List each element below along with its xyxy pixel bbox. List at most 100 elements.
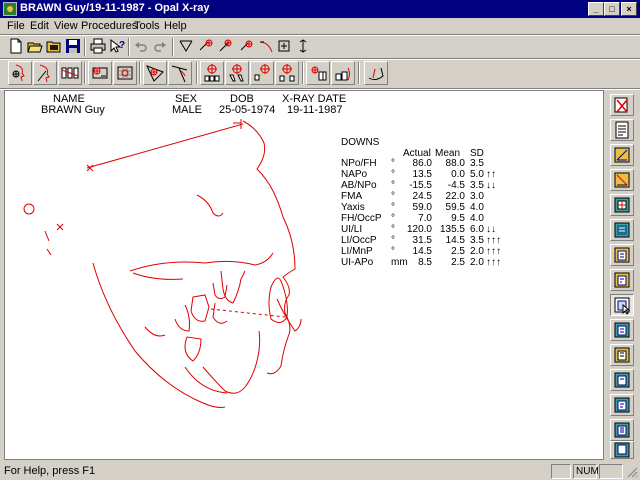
face-landmark-icon[interactable] (33, 61, 57, 85)
menu-edit[interactable]: Edit (30, 20, 49, 32)
menu-help[interactable]: Help (164, 20, 187, 32)
teeth-icon[interactable] (58, 61, 82, 85)
row-sd: 3.5 (470, 235, 484, 246)
toolbar-divider (172, 38, 174, 56)
row-flag: ↑↑↑ (486, 235, 501, 246)
table-row: UI/LI ° 120.0 135.5 6.0 ↓↓ (5, 224, 605, 235)
tool-grid-icon[interactable] (610, 194, 634, 216)
trace-tool-icon[interactable] (178, 38, 194, 54)
tool-report-4-icon[interactable] (610, 319, 634, 341)
open-file-icon[interactable] (27, 38, 43, 54)
tooth-crosshair-3-icon[interactable] (250, 61, 274, 85)
status-pane-caps (551, 464, 571, 479)
menu-tools[interactable]: Tools (134, 20, 160, 32)
table-row: FMA ° 24.5 22.0 3.0 (5, 191, 605, 202)
app-icon[interactable] (3, 2, 17, 16)
toolbar-divider (302, 62, 304, 84)
tool-angle-2-icon[interactable] (610, 169, 634, 191)
row-name: Yaxis (341, 202, 365, 213)
row-actual: 7.0 (418, 213, 432, 224)
table-row: LI/MnP ° 14.5 2.5 2.0 ↑↑↑ (5, 246, 605, 257)
menu-view[interactable]: View (54, 20, 78, 32)
row-unit: ° (391, 191, 395, 202)
menu-procedures[interactable]: Procedures (81, 20, 137, 32)
row-actual: 31.5 (412, 235, 432, 246)
window-title: BRAWN Guy/19-11-1987 - Opal X-ray (20, 2, 210, 14)
redo-icon[interactable] (152, 38, 168, 54)
row-mean: -4.5 (447, 180, 465, 191)
row-name: AB/NPo (341, 180, 377, 191)
row-name: FMA (341, 191, 363, 202)
face-profile-icon[interactable] (8, 61, 32, 85)
title-bar[interactable]: BRAWN Guy/19-11-1987 - Opal X-ray _ □ × (0, 0, 640, 18)
document-area[interactable]: NAME SEX DOB X-RAY DATE BRAWN Guy MALE 2… (4, 90, 604, 460)
row-actual: 59.0 (412, 202, 432, 213)
toolbar-divider (139, 62, 141, 84)
close-button[interactable]: × (621, 2, 637, 16)
skull-front-icon[interactable] (88, 61, 112, 85)
row-mean: 0.0 (451, 169, 465, 180)
table-row: LI/OccP ° 31.5 14.5 3.5 ↑↑↑ (5, 235, 605, 246)
lower-premolar (190, 294, 210, 322)
save-icon[interactable] (65, 38, 81, 54)
rotate-tool-icon[interactable] (295, 38, 311, 54)
menu-file[interactable]: File (7, 20, 25, 32)
tool-report-9-icon[interactable] (610, 441, 634, 459)
sella-icon[interactable] (143, 61, 167, 85)
tooth-crosshair-4-icon[interactable] (275, 61, 299, 85)
menu-bar: File Edit View Procedures Tools Help (0, 18, 640, 35)
new-file-icon[interactable] (8, 38, 24, 54)
row-actual: 13.5 (412, 169, 432, 180)
upper-molar (220, 270, 246, 304)
status-text: For Help, press F1 (4, 465, 96, 477)
row-actual: 14.5 (412, 246, 432, 257)
minimize-button[interactable]: _ (588, 2, 604, 16)
print-icon[interactable] (90, 38, 106, 54)
row-unit: ° (391, 235, 395, 246)
open-folder-icon[interactable] (46, 38, 62, 54)
tool-panel-icon[interactable] (610, 219, 634, 241)
row-name: LI/MnP (341, 246, 373, 257)
maximize-button[interactable]: □ (604, 2, 620, 16)
tool-report-5-icon[interactable] (610, 344, 634, 366)
help-pointer-icon[interactable]: ? (109, 38, 125, 54)
row-unit: ° (391, 158, 395, 169)
row-name: FH/OccP (341, 213, 382, 224)
molar-icon[interactable] (331, 61, 355, 85)
tool-doc-icon[interactable] (610, 119, 634, 141)
landmark-tool-1-icon[interactable] (198, 38, 214, 54)
tool-report-7-icon[interactable] (610, 394, 634, 416)
tool-report-1-icon[interactable] (610, 244, 634, 266)
row-mean: 59.5 (445, 202, 465, 213)
undo-icon[interactable] (133, 38, 149, 54)
tooth-crosshair-1-icon[interactable] (200, 61, 224, 85)
tool-report-6-icon[interactable] (610, 369, 634, 391)
tool-angle-1-icon[interactable] (610, 144, 634, 166)
tool-report-3-icon[interactable] (610, 294, 634, 316)
svg-text:?: ? (119, 40, 125, 51)
row-flag: ↑↑↑ (486, 246, 501, 257)
tooth-crosshair-2-icon[interactable] (225, 61, 249, 85)
chin-outline (202, 330, 261, 394)
row-sd: 3.5 (470, 158, 484, 169)
landmark-tool-2-icon[interactable] (218, 38, 234, 54)
tool-report-2-icon[interactable] (610, 269, 634, 291)
landmark-tool-3-icon[interactable] (238, 38, 254, 54)
right-toolbar (606, 90, 640, 460)
row-mean: 135.5 (439, 224, 465, 235)
status-pane-scroll (599, 464, 623, 479)
tool-delete-icon[interactable] (610, 94, 634, 116)
row-unit: mm (391, 257, 408, 268)
resize-grip-icon[interactable] (626, 466, 638, 478)
measure-tool-icon[interactable] (276, 38, 292, 54)
table-row: FH/OccP ° 7.0 9.5 4.0 (5, 213, 605, 224)
tool-report-8-icon[interactable] (610, 419, 634, 441)
curve-tool-icon[interactable] (258, 38, 274, 54)
row-name: LI/OccP (341, 235, 377, 246)
row-mean: 2.5 (451, 246, 465, 257)
skull-grid-icon[interactable] (113, 61, 137, 85)
incisor-icon[interactable] (306, 61, 330, 85)
jaw-icon[interactable] (364, 61, 388, 85)
ruler-angle-icon[interactable] (168, 61, 192, 85)
toolbar-divider (196, 62, 198, 84)
